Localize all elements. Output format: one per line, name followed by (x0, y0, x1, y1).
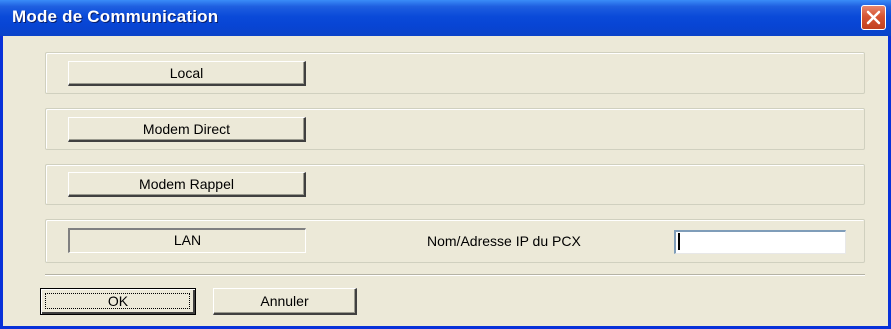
window-title: Mode de Communication (12, 7, 219, 26)
modem-direct-button[interactable]: Modem Direct (68, 117, 306, 142)
pcx-ip-label: Nom/Adresse IP du PCX (427, 233, 581, 249)
close-button[interactable] (861, 5, 886, 30)
focus-rect (45, 293, 190, 309)
local-group: Local (45, 52, 865, 94)
modem-rappel-button[interactable]: Modem Rappel (68, 172, 306, 197)
title-bar[interactable]: Mode de Communication (0, 0, 891, 36)
local-button[interactable]: Local (68, 61, 306, 86)
lan-group: LAN Nom/Adresse IP du PCX (45, 219, 865, 263)
cancel-button[interactable]: Annuler (213, 288, 357, 315)
pcx-ip-input[interactable] (674, 230, 846, 254)
close-icon (866, 10, 881, 25)
modem-direct-group: Modem Direct (45, 108, 865, 150)
divider (45, 274, 865, 276)
modem-rappel-group: Modem Rappel (45, 164, 865, 205)
ok-button[interactable]: OK (40, 288, 196, 315)
text-caret (678, 233, 680, 250)
lan-button[interactable]: LAN (68, 228, 306, 253)
communication-mode-dialog: Mode de Communication Local Modem Direct… (0, 0, 891, 329)
